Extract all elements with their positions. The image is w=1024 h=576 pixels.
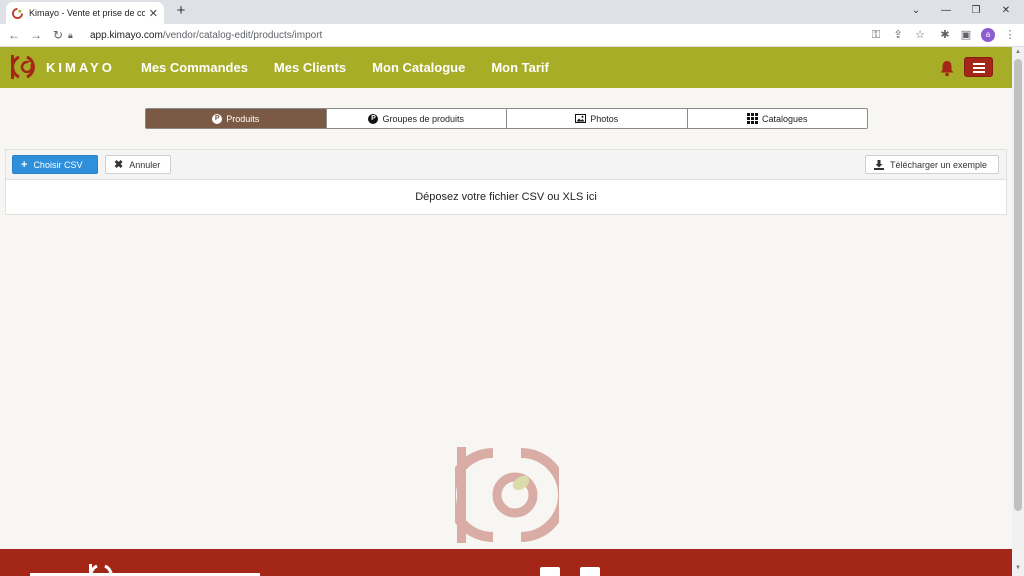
side-panel-icon[interactable]: ▣ (958, 27, 974, 43)
tab-label: Photos (590, 113, 619, 124)
import-type-tabs: P Produits P Groupes de produits Photos … (145, 108, 868, 129)
browser-tab-title: Kimayo - Vente et prise de comm (29, 8, 145, 18)
file-dropzone[interactable]: Déposez votre fichier CSV ou XLS ici (6, 180, 1006, 214)
download-icon (874, 159, 884, 170)
app-header: KIMAYO Mes Commandes Mes Clients Mon Cat… (0, 47, 1012, 88)
tab-label: Catalogues (761, 113, 808, 124)
url-path: /vendor/catalog-edit/products/import (162, 30, 323, 41)
key-icon[interactable]: ⚿ (868, 27, 884, 43)
extensions-icon[interactable]: ✱ (937, 27, 953, 43)
kimayo-favicon-icon (12, 7, 23, 19)
url-field[interactable]: 🔒︎ app.kimayo.com /vendor/catalog-edit/p… (68, 26, 928, 45)
brand-name: KIMAYO (46, 59, 115, 75)
new-tab-button[interactable]: + (172, 2, 190, 20)
close-icon: ✖ (114, 159, 124, 171)
page-footer (0, 549, 1012, 576)
kimayo-logo[interactable]: KIMAYO (10, 52, 115, 82)
plus-icon: + (21, 158, 28, 171)
forward-icon[interactable]: → (28, 27, 44, 43)
tab-label: Groupes de produits (382, 113, 465, 124)
product-circle-icon: P (212, 113, 223, 124)
scroll-up-icon[interactable]: ▲ (1014, 49, 1022, 55)
page-scrollbar[interactable]: ▲ ▼ (1012, 47, 1024, 576)
browser-menu-icon[interactable]: ⋮ (1002, 27, 1018, 43)
cancel-label: Annuler (129, 159, 161, 170)
tab-groupes-de-produits[interactable]: P Groupes de produits (327, 109, 507, 128)
address-bar: ← → ↻ 🔒︎ app.kimayo.com /vendor/catalog-… (0, 24, 1024, 47)
grid-icon (746, 113, 758, 124)
dropzone-text: Déposez votre fichier CSV ou XLS ici (415, 191, 597, 203)
nav-mon-tarif[interactable]: Mon Tarif (491, 60, 549, 75)
kimayo-watermark-icon (455, 447, 559, 543)
product-group-icon: P (368, 113, 379, 124)
bookmark-star-icon[interactable]: ☆ (912, 27, 928, 43)
tab-catalogues[interactable]: Catalogues (688, 109, 868, 128)
download-example-button[interactable]: Télécharger un exemple (865, 155, 999, 174)
hamburger-line (973, 67, 985, 69)
csv-upload-panel: + Choisir CSV ✖ Annuler Télécharger un e… (5, 149, 1007, 215)
tab-produits[interactable]: P Produits (146, 109, 327, 128)
nav-mon-catalogue[interactable]: Mon Catalogue (372, 60, 465, 75)
lock-icon: 🔒︎ (68, 30, 73, 40)
main-nav: Mes Commandes Mes Clients Mon Catalogue … (141, 47, 575, 88)
share-icon[interactable]: ⇪ (890, 27, 906, 43)
upload-toolbar: + Choisir CSV ✖ Annuler Télécharger un e… (6, 150, 1006, 180)
facebook-icon[interactable] (540, 567, 560, 576)
nav-mes-clients[interactable]: Mes Clients (274, 60, 346, 75)
choose-csv-label: Choisir CSV (33, 159, 83, 170)
scroll-down-icon[interactable]: ▼ (1014, 565, 1022, 571)
tab-photos[interactable]: Photos (507, 109, 688, 128)
browser-tab[interactable]: Kimayo - Vente et prise de comm ✕ (6, 2, 164, 24)
reload-icon[interactable]: ↻ (50, 27, 66, 43)
choose-csv-button[interactable]: + Choisir CSV (12, 155, 98, 174)
hamburger-menu-button[interactable] (964, 57, 993, 77)
maximize-button[interactable]: ❐ (960, 0, 992, 22)
scrollbar-thumb[interactable] (1014, 59, 1022, 511)
tab-label: Produits (226, 113, 260, 124)
profile-avatar[interactable]: a (981, 28, 995, 42)
image-icon (575, 114, 587, 123)
hamburger-line (973, 63, 985, 65)
cancel-button[interactable]: ✖ Annuler (105, 155, 171, 174)
notification-bell-icon[interactable] (938, 59, 956, 77)
download-example-label: Télécharger un exemple (890, 159, 988, 170)
kimayo-logo-icon (11, 55, 35, 79)
linkedin-icon[interactable] (580, 567, 600, 576)
browser-tab-bar: Kimayo - Vente et prise de comm ✕ + ⌄ — … (0, 0, 1024, 24)
close-window-button[interactable]: ✕ (990, 0, 1022, 22)
nav-mes-commandes[interactable]: Mes Commandes (141, 60, 248, 75)
url-domain: app.kimayo.com (90, 30, 163, 41)
hamburger-line (973, 71, 985, 73)
back-icon[interactable]: ← (6, 27, 22, 43)
close-tab-icon[interactable]: ✕ (149, 7, 158, 20)
tab-search-icon[interactable]: ⌄ (900, 0, 932, 22)
minimize-button[interactable]: — (930, 0, 962, 22)
